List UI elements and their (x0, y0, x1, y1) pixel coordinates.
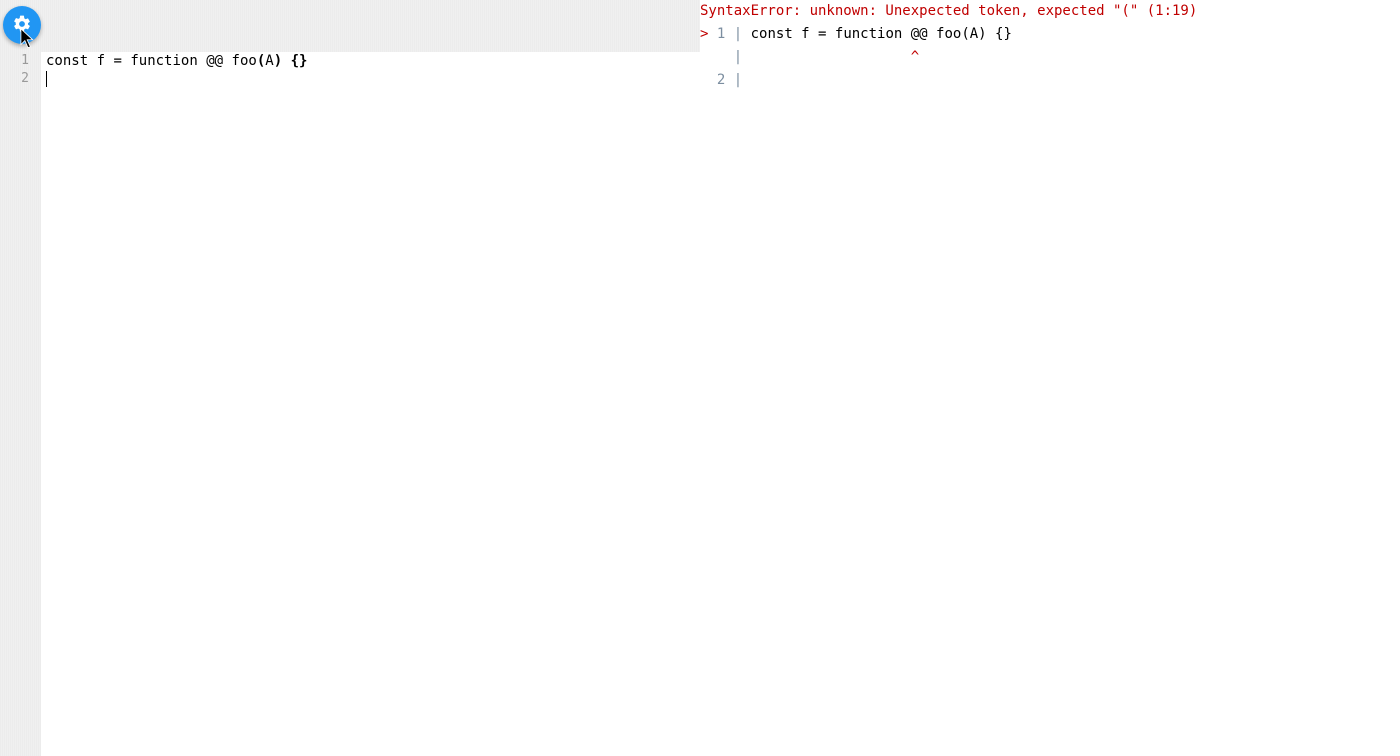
line-number: 2 (0, 70, 29, 88)
settings-button[interactable] (3, 6, 41, 44)
token-punct: } (299, 53, 307, 69)
text-cursor (46, 71, 47, 87)
token-identifier: f (97, 53, 105, 69)
error-code-snippet: const f = function @@ foo(A) {} (751, 26, 1012, 42)
error-message: SyntaxError: unknown: Unexpected token, … (700, 0, 1400, 23)
token-identifier: foo (232, 53, 257, 69)
token-operator: = (113, 53, 121, 69)
code-content[interactable]: const f = function @@ foo(A) {} (41, 52, 700, 756)
line-number: 1 (0, 52, 29, 70)
error-line-number: 2 (700, 72, 734, 88)
token-punct: { (291, 53, 299, 69)
token-operator: @@ (206, 53, 223, 69)
token-punct: ) (274, 53, 282, 69)
error-line-number: 1 (708, 26, 733, 42)
pipe-separator: | (734, 26, 742, 42)
pipe-separator: | (734, 72, 742, 88)
error-caret-icon: ^ (911, 49, 919, 65)
toolbar (0, 0, 700, 52)
output-panel: SyntaxError: unknown: Unexpected token, … (700, 0, 1400, 756)
code-line[interactable] (46, 70, 700, 88)
code-line[interactable]: const f = function @@ foo(A) {} (46, 52, 700, 70)
token-identifier: A (265, 53, 273, 69)
code-editor[interactable]: 1 2 const f = function @@ foo(A) {} (0, 52, 700, 756)
gear-icon (12, 14, 32, 37)
line-number-gutter: 1 2 (0, 52, 41, 756)
error-caret-line: | ^ (700, 46, 1400, 69)
token-keyword: const (46, 53, 88, 69)
token-punct: ( (257, 53, 265, 69)
token-keyword: function (130, 53, 197, 69)
error-context-line: > 1 | const f = function @@ foo(A) {} (700, 23, 1400, 46)
app-root: 1 2 const f = function @@ foo(A) {} Synt… (0, 0, 1400, 756)
editor-panel: 1 2 const f = function @@ foo(A) {} (0, 0, 700, 756)
error-context-line: 2 | (700, 69, 1400, 92)
